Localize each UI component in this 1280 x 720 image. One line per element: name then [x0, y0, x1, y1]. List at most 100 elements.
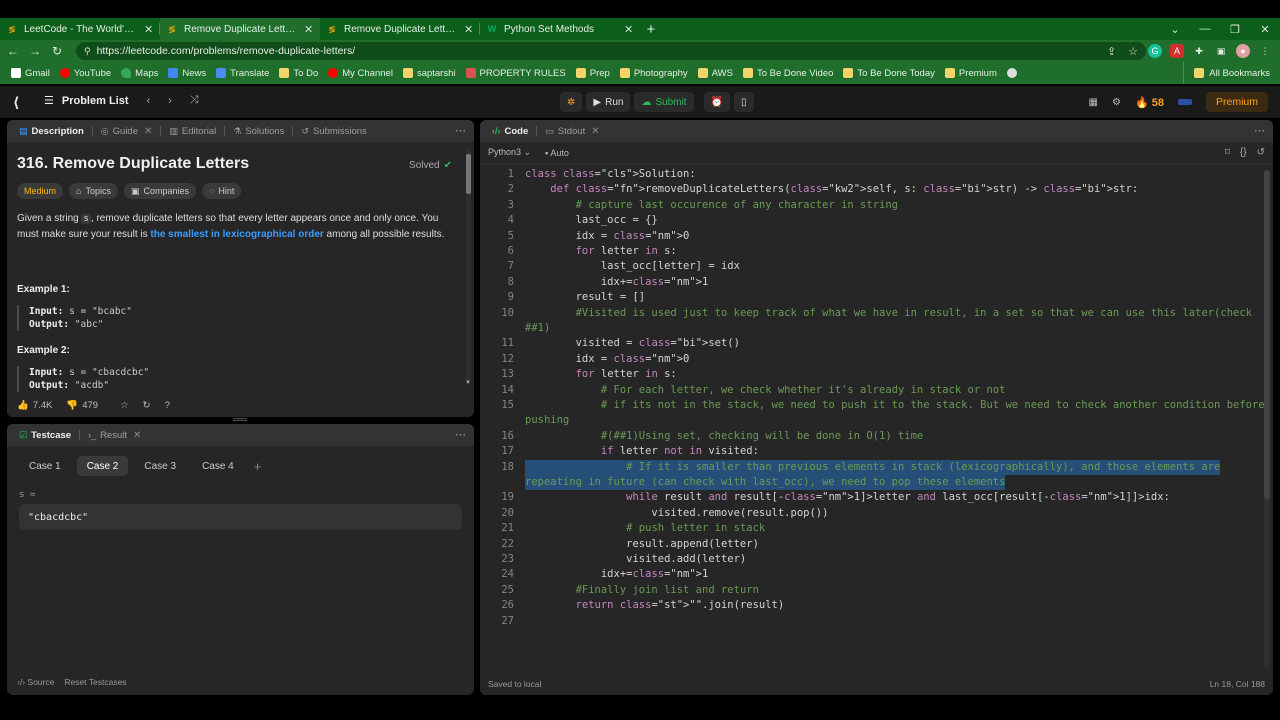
browser-tab-4[interactable]: W Python Set Methods ✕ [480, 18, 640, 40]
profile-badge[interactable] [1177, 99, 1192, 105]
list-icon[interactable]: ☰ [44, 94, 54, 107]
scrollbar-thumb[interactable] [466, 154, 471, 194]
debug-button[interactable]: ✲ [560, 92, 583, 112]
streak-counter[interactable]: 🔥 58 [1135, 96, 1164, 109]
bookmark-my-channel[interactable]: My Channel [323, 64, 398, 82]
description-scrollbar[interactable]: ▼ [465, 150, 471, 386]
hint-tag[interactable]: ◌ Hint [202, 183, 242, 199]
shuffle-icon[interactable]: ⤨ [190, 94, 199, 107]
bookmark-maps[interactable]: Maps [116, 64, 163, 82]
browser-tab-3[interactable]: ≶ Remove Duplicate Letters - LeetC ✕ [320, 18, 480, 40]
run-button[interactable]: ▶ Run [586, 92, 631, 112]
bookmark-star-icon[interactable]: ☆ [1128, 45, 1138, 58]
code-line[interactable]: 9 result = [] [480, 290, 1265, 305]
tab-guide[interactable]: ◎ Guide ✕ [97, 120, 157, 142]
bookmark-news[interactable]: News [163, 64, 211, 82]
code-line[interactable]: 18 # If it is smaller than previous elem… [480, 459, 1265, 475]
reset-code-icon[interactable]: ↺ [1257, 147, 1265, 158]
grammarly-extension-icon[interactable]: G [1148, 44, 1162, 58]
new-tab-icon[interactable]: + [640, 18, 662, 40]
close-tab-icon[interactable]: ✕ [144, 23, 154, 36]
prev-problem-icon[interactable]: ‹ [147, 95, 151, 107]
panel-splitter-handle[interactable] [233, 418, 247, 421]
tab-editorial[interactable]: ▥ Editorial [165, 120, 220, 142]
code-line[interactable]: 26 return class="st">"".join(result) [480, 598, 1265, 613]
more-options-icon[interactable]: ⋯ [455, 428, 466, 441]
code-line[interactable]: 22 result.append(letter) [480, 537, 1265, 552]
tab-description[interactable]: ▤ Description [15, 120, 88, 142]
bookmark-to-be-done-today[interactable]: To Be Done Today [838, 64, 939, 82]
layout-icon[interactable]: ▦ [1089, 97, 1098, 108]
add-case-icon[interactable]: + [254, 459, 262, 474]
code-editor[interactable]: 1 class class="cls">Solution: 2 def class=… [480, 164, 1273, 673]
code-line[interactable]: 23 visited.add(letter) [480, 552, 1265, 567]
extensions-puzzle-icon[interactable]: ✚ [1192, 44, 1206, 58]
case-tab-2[interactable]: Case 2 [76, 456, 129, 476]
close-icon[interactable]: ✕ [133, 430, 141, 441]
code-line[interactable]: 17 if letter not in visited: [480, 444, 1265, 459]
minimize-icon[interactable]: — [1190, 18, 1220, 40]
topics-tag[interactable]: ⌂ Topics [69, 183, 118, 199]
reset-testcases-button[interactable]: Reset Testcases [64, 677, 126, 687]
code-line[interactable]: 16 #(##1)Using set, checking will be don… [480, 429, 1265, 444]
code-line[interactable]: 7 last_occ[letter] = idx [480, 259, 1265, 274]
scroll-down-icon[interactable]: ▼ [465, 380, 472, 386]
case-tab-3[interactable]: Case 3 [134, 456, 186, 476]
code-line[interactable]: 2 def class="fn">removeDuplicateLetters(… [480, 182, 1265, 197]
bookmark-youtube[interactable]: YouTube [55, 64, 116, 82]
problem-list-button[interactable]: Problem List [62, 95, 129, 107]
tab-solutions[interactable]: ⚗ Solutions [229, 120, 288, 142]
code-line[interactable]: 6 for letter in s: [480, 244, 1265, 259]
tab-testcase[interactable]: ☑ Testcase [15, 424, 75, 446]
close-tab-icon[interactable]: ✕ [304, 23, 314, 36]
dislike-button[interactable]: 👎 479 [66, 400, 98, 411]
editor-scrollbar[interactable] [1264, 170, 1270, 668]
share-icon[interactable]: ⇪ [1107, 45, 1116, 58]
code-line[interactable]: repeating in future (can check with last… [480, 475, 1265, 491]
code-line[interactable]: 13 for letter in s: [480, 367, 1265, 382]
code-line[interactable]: 19 while result and result[-class="nm">1… [480, 490, 1265, 505]
language-select[interactable]: Python3 ⌄ [488, 147, 531, 158]
tab-submissions[interactable]: ↺ Submissions [297, 120, 370, 142]
help-button[interactable]: ? [165, 400, 170, 411]
more-options-icon[interactable]: ⋯ [455, 124, 466, 137]
bookmark-translate[interactable]: Translate [211, 64, 274, 82]
leetcode-logo-icon[interactable]: ⟨ [13, 94, 29, 110]
pdf-extension-icon[interactable]: A [1170, 44, 1184, 58]
close-tab-icon[interactable]: ✕ [464, 23, 474, 36]
code-line[interactable]: 15 # if its not in the stack, we need to… [480, 398, 1265, 413]
profile-avatar[interactable]: ● [1236, 44, 1250, 58]
close-window-icon[interactable]: ✕ [1250, 18, 1280, 40]
bookmark-icon[interactable]: ⌑ [1225, 147, 1230, 158]
close-icon[interactable]: ✕ [144, 126, 152, 137]
bookmark-gmail[interactable]: Gmail [6, 64, 55, 82]
bookmark-saptarshi[interactable]: saptarshi [398, 64, 461, 82]
notes-button[interactable]: ▯ [734, 92, 754, 112]
code-line[interactable]: pushing [480, 413, 1265, 428]
bookmark-todo[interactable]: To Do [274, 64, 323, 82]
share-button[interactable]: ↻ [143, 400, 151, 411]
auto-complete-toggle[interactable]: ▪ Auto [545, 148, 569, 158]
code-line[interactable]: 5 idx = class="nm">0 [480, 229, 1265, 244]
close-tab-icon[interactable]: ✕ [624, 23, 634, 36]
code-line[interactable]: ##1) [480, 321, 1265, 336]
lexicographical-order-link[interactable]: the smallest in lexicographical order [150, 229, 323, 240]
reload-icon[interactable]: ↻ [46, 40, 68, 62]
favorite-button[interactable]: ☆ [120, 400, 129, 411]
case-tab-1[interactable]: Case 1 [19, 456, 71, 476]
side-panel-icon[interactable]: ▣ [1214, 44, 1228, 58]
tab-code[interactable]: ‹/› Code [488, 120, 532, 142]
format-braces-icon[interactable]: {} [1240, 147, 1247, 158]
code-line[interactable]: 4 last_occ = {} [480, 213, 1265, 228]
bookmark-aws[interactable]: AWS [693, 64, 738, 82]
bookmark-photography[interactable]: Photography [615, 64, 693, 82]
companies-tag[interactable]: ▣ Companies [123, 183, 197, 199]
code-line[interactable]: 11 visited = class="bi">set() [480, 336, 1265, 351]
more-options-icon[interactable]: ⋯ [1254, 124, 1265, 137]
testcase-input[interactable]: "cbacdcbc" [19, 504, 462, 530]
bookmark-to-be-done-video[interactable]: To Be Done Video [738, 64, 838, 82]
code-line[interactable]: 24 idx+=class="nm">1 [480, 567, 1265, 582]
like-button[interactable]: 👍 7.4K [17, 400, 52, 411]
tab-result[interactable]: ›_ Result ✕ [84, 424, 145, 446]
all-bookmarks[interactable]: All Bookmarks [1183, 62, 1270, 84]
